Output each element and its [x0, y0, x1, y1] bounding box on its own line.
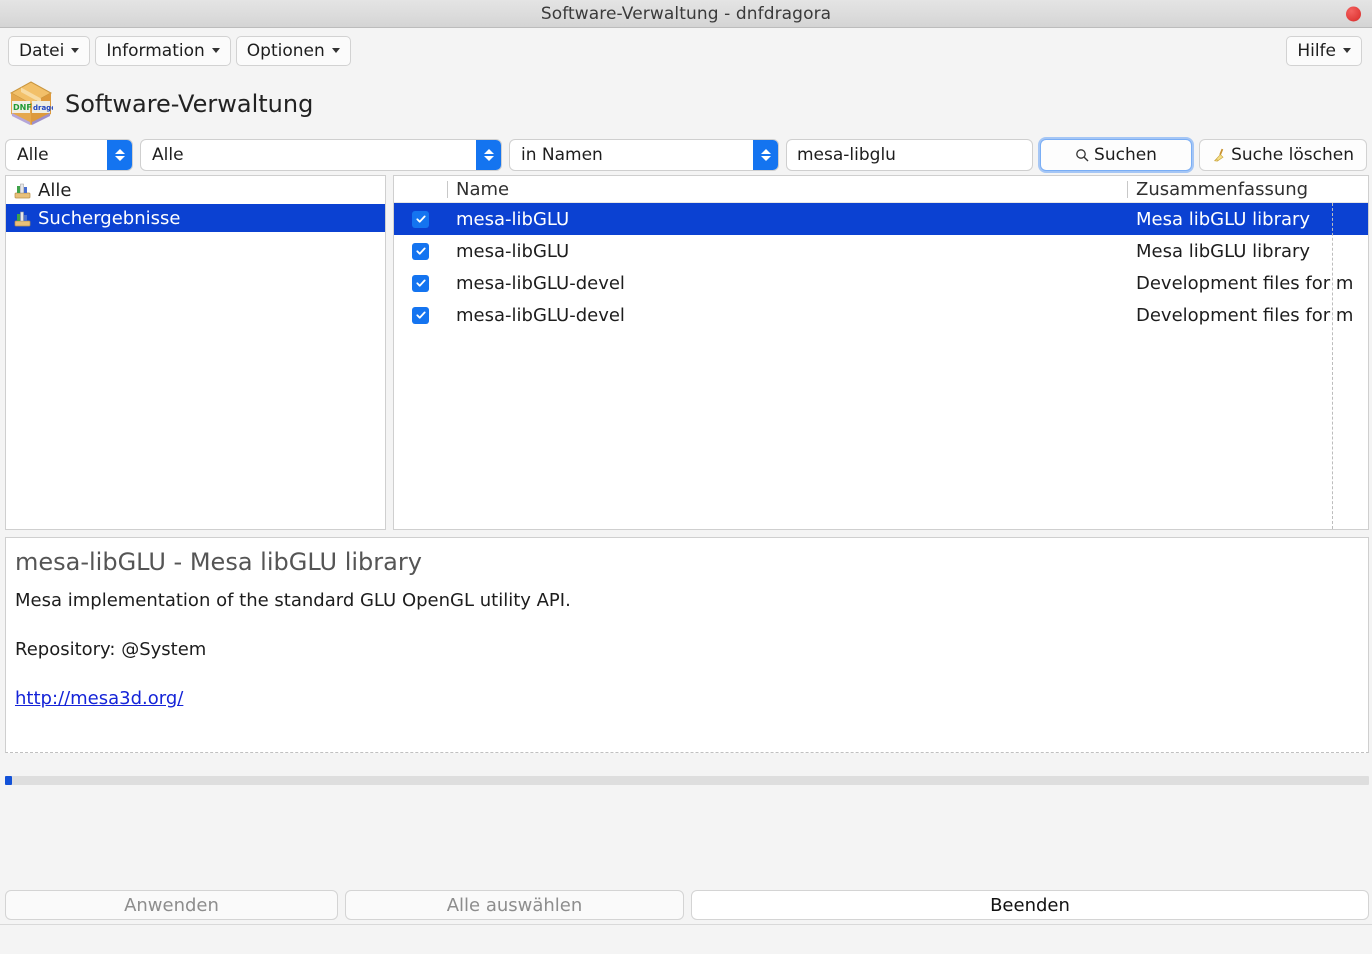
detail-title: mesa-libGLU - Mesa libGLU library — [15, 548, 422, 576]
progress-bar — [5, 776, 1369, 785]
package-detail-pane: mesa-libGLU - Mesa libGLU library Mesa i… — [5, 537, 1369, 753]
table-row[interactable]: mesa-libGLU Mesa libGLU library — [394, 235, 1368, 267]
filter-group-value: Alle — [17, 145, 49, 165]
action-buttons: Anwenden Alle auswählen Beenden — [0, 890, 1372, 920]
tree-item-alle-label: Alle — [38, 179, 72, 201]
checkbox-checked-icon[interactable] — [412, 242, 429, 260]
checkbox-checked-icon[interactable] — [412, 274, 429, 292]
window-title: Software-Verwaltung - dnfdragora — [540, 3, 832, 24]
group-shelf-icon — [14, 183, 31, 198]
detail-repository: Repository: @System — [15, 639, 207, 660]
row-checkbox[interactable] — [394, 210, 447, 228]
row-name: mesa-libGLU — [456, 208, 570, 230]
detail-description: Mesa implementation of the standard GLU … — [15, 590, 571, 611]
app-header: DNF dragora Software-Verwaltung — [0, 73, 1372, 135]
chevron-down-icon — [331, 48, 340, 53]
filter-category-select[interactable]: Alle — [140, 139, 502, 171]
window-bottom-strip — [0, 924, 1372, 954]
menu-hilfe[interactable]: Hilfe — [1286, 35, 1362, 66]
menu-optionen-label: Optionen — [246, 40, 325, 61]
menu-information-label: Information — [106, 40, 205, 61]
menu-datei-label: Datei — [19, 40, 65, 61]
svg-text:DNF: DNF — [13, 103, 32, 112]
search-button-label: Suchen — [1094, 145, 1157, 165]
package-list[interactable]: Name Zusammenfassung mesa-libGLU Mesa li… — [393, 175, 1369, 530]
progress-bar-fill — [5, 776, 12, 785]
spinner-arrows-icon[interactable] — [753, 140, 778, 170]
clear-search-button[interactable]: Suche löschen — [1199, 139, 1367, 171]
column-resize-handle[interactable] — [1332, 203, 1333, 529]
select-all-button[interactable]: Alle auswählen — [345, 890, 684, 920]
chevron-down-icon — [1343, 48, 1351, 53]
checkbox-checked-icon[interactable] — [412, 210, 429, 228]
column-header-summary[interactable]: Zusammenfassung — [1127, 179, 1368, 200]
spinner-arrows-icon[interactable] — [476, 140, 501, 170]
table-row[interactable]: mesa-libGLU Mesa libGLU library — [394, 203, 1368, 235]
row-name: mesa-libGLU-devel — [456, 304, 625, 326]
filter-category-value: Alle — [152, 145, 184, 165]
group-shelf-icon — [14, 211, 31, 226]
package-list-header: Name Zusammenfassung — [394, 176, 1368, 203]
group-tree[interactable]: Alle Suchergebnisse — [5, 175, 386, 530]
tree-item-suchergebnisse-label: Suchergebnisse — [38, 207, 181, 229]
close-button[interactable] — [1346, 6, 1361, 21]
checkbox-checked-icon[interactable] — [412, 306, 429, 324]
search-button[interactable]: Suchen — [1040, 139, 1192, 171]
broom-icon — [1214, 148, 1224, 162]
dnfdragora-box-icon: DNF dragora — [9, 81, 53, 125]
table-row[interactable]: mesa-libGLU-devel Development files for … — [394, 267, 1368, 299]
tree-item-alle[interactable]: Alle — [6, 176, 385, 204]
row-name: mesa-libGLU-devel — [456, 272, 625, 294]
chevron-down-icon — [71, 48, 80, 53]
table-row[interactable]: mesa-libGLU-devel Development files for … — [394, 299, 1368, 331]
row-checkbox[interactable] — [394, 274, 447, 292]
tree-item-suchergebnisse[interactable]: Suchergebnisse — [6, 204, 385, 232]
app-title: Software-Verwaltung — [65, 90, 314, 118]
menu-information[interactable]: Information — [95, 35, 231, 66]
row-checkbox[interactable] — [394, 242, 447, 260]
row-name: mesa-libGLU — [456, 240, 570, 262]
menu-hilfe-label: Hilfe — [1297, 40, 1336, 61]
column-header-name[interactable]: Name — [447, 179, 1127, 200]
spinner-arrows-icon[interactable] — [107, 140, 132, 170]
menubar: Datei Information Optionen Hilfe — [0, 28, 1372, 73]
detail-url-link[interactable]: http://mesa3d.org/ — [15, 688, 183, 709]
apply-button[interactable]: Anwenden — [5, 890, 338, 920]
quit-button[interactable]: Beenden — [691, 890, 1369, 920]
search-input[interactable] — [786, 139, 1033, 171]
search-icon — [1076, 149, 1089, 162]
main-panes: Alle Suchergebnisse Name Zusammenfassung — [0, 175, 1372, 530]
chevron-down-icon — [211, 48, 220, 53]
progress-area — [0, 753, 1372, 805]
clear-search-button-label: Suche löschen — [1231, 145, 1354, 165]
filter-group-select[interactable]: Alle — [5, 139, 133, 171]
menu-datei[interactable]: Datei — [8, 35, 91, 66]
svg-text:dragora: dragora — [33, 104, 53, 112]
filter-field-value: in Namen — [521, 145, 603, 165]
menu-optionen[interactable]: Optionen — [235, 35, 351, 66]
filter-field-select[interactable]: in Namen — [509, 139, 779, 171]
row-checkbox[interactable] — [394, 306, 447, 324]
search-toolbar: Alle Alle in Namen Suchen Suche löschen — [0, 135, 1372, 175]
window-titlebar: Software-Verwaltung - dnfdragora — [0, 0, 1372, 28]
